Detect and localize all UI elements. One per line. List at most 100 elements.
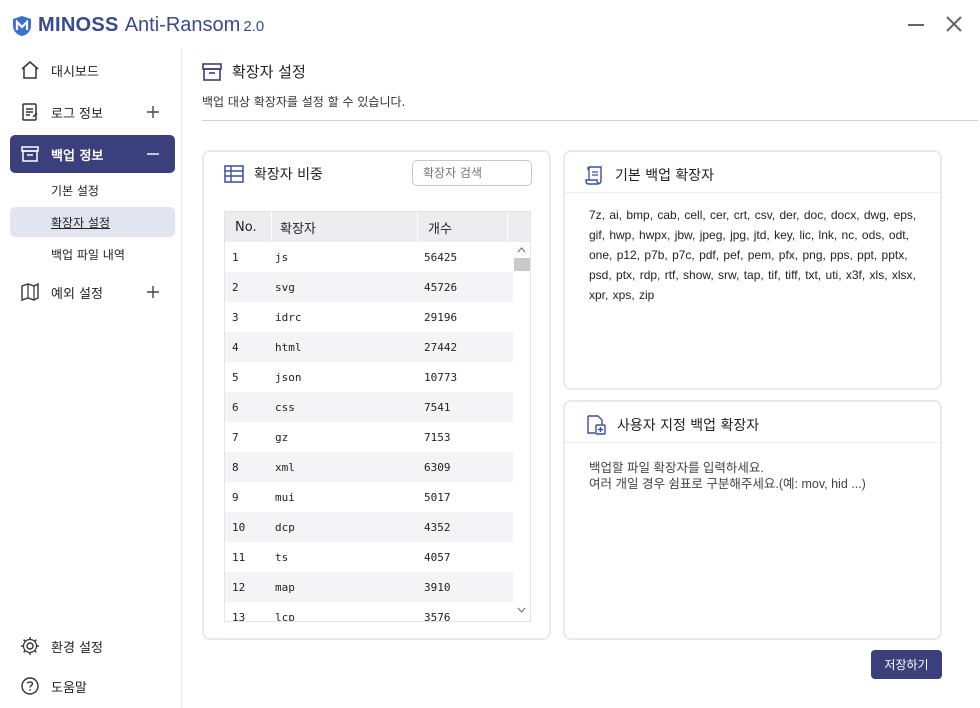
- table-row[interactable]: 7 gz 7153: [225, 422, 513, 452]
- sidebar-subitem-extension[interactable]: 확장자 설정: [10, 207, 175, 237]
- panel-title-text: 확장자 비중: [254, 167, 323, 183]
- scroll-up-icon[interactable]: [516, 244, 527, 256]
- app-window: MINOSS Anti-Ransom 2.0 대시보드 로그 정보 백업 정보 …: [0, 0, 980, 708]
- row-number: 6: [232, 400, 239, 414]
- header-divider: [202, 120, 978, 121]
- row-count: 6309: [424, 460, 451, 474]
- custom-extensions-panel: 사용자 지정 백업 확장자: [563, 400, 942, 640]
- row-count: 29196: [424, 310, 458, 324]
- sidebar-item-settings[interactable]: 환경 설정: [10, 627, 175, 665]
- panel-title: 확장자 비중: [224, 164, 323, 184]
- default-extensions-panel: 기본 백업 확장자 7z, ai, bmp, cab, cell, cer, c…: [563, 150, 942, 390]
- sidebar-item-backup[interactable]: 백업 정보: [10, 135, 175, 173]
- row-number: 11: [232, 550, 246, 564]
- archive-icon: [202, 62, 222, 81]
- shield-logo-icon: [13, 15, 31, 36]
- row-extension: map: [275, 580, 295, 594]
- column-header-spacer: [508, 212, 530, 242]
- table-icon: [224, 165, 244, 183]
- expand-plus-icon[interactable]: [143, 282, 163, 302]
- row-number: 4: [232, 340, 239, 354]
- sidebar-item-help[interactable]: 도움말: [10, 667, 175, 705]
- table-row[interactable]: 9 mui 5017: [225, 482, 513, 512]
- column-header-no[interactable]: No.: [225, 212, 272, 242]
- row-extension: css: [275, 400, 295, 414]
- table-row[interactable]: 10 dcp 4352: [225, 512, 513, 542]
- product-version: 2.0: [243, 18, 265, 35]
- row-count: 4057: [424, 550, 451, 564]
- table-row[interactable]: 4 html 27442: [225, 332, 513, 362]
- scroll-down-icon[interactable]: [516, 604, 527, 616]
- table-row[interactable]: 3 idrc 29196: [225, 302, 513, 332]
- custom-extensions-input[interactable]: [589, 460, 919, 620]
- row-extension: html: [275, 340, 302, 354]
- sidebar-item-label: 백업 정보: [51, 148, 104, 164]
- column-header-count[interactable]: 개수: [418, 212, 508, 242]
- table-row[interactable]: 13 lcp 3576: [225, 602, 513, 622]
- table-row[interactable]: 1 js 56425: [225, 242, 513, 272]
- collapse-minus-icon[interactable]: [143, 144, 163, 164]
- table-row[interactable]: 12 map 3910: [225, 572, 513, 602]
- row-number: 13: [232, 610, 246, 622]
- row-number: 12: [232, 580, 246, 594]
- page-header: 확장자 설정: [202, 61, 306, 82]
- table-row[interactable]: 11 ts 4057: [225, 542, 513, 572]
- row-count: 7541: [424, 400, 451, 414]
- table-row[interactable]: 6 css 7541: [225, 392, 513, 422]
- exception-icon: [19, 281, 41, 303]
- extension-search-input[interactable]: [412, 160, 532, 186]
- scroll-document-icon: [585, 166, 602, 185]
- table-header: No. 확장자 개수: [225, 212, 530, 242]
- page-description: 백업 대상 확장자를 설정 할 수 있습니다.: [202, 95, 406, 109]
- add-document-icon: [587, 415, 606, 435]
- extension-ratio-panel: 확장자 비중 No. 확장자 개수 1 js 56425 2 svg 45726 3 idrc…: [202, 150, 551, 640]
- panel-title: 기본 백업 확장자: [585, 164, 714, 186]
- panel-divider: [565, 192, 940, 193]
- sidebar-item-label: 대시보드: [51, 64, 99, 80]
- archive-icon: [19, 143, 41, 165]
- row-number: 10: [232, 520, 246, 534]
- row-count: 10773: [424, 370, 458, 384]
- row-number: 2: [232, 280, 239, 294]
- sidebar-subitem-basic[interactable]: 기본 설정: [10, 175, 175, 205]
- row-extension: gz: [275, 430, 289, 444]
- column-header-extension[interactable]: 확장자: [272, 212, 418, 242]
- panel-title-text: 기본 백업 확장자: [615, 168, 715, 184]
- minimize-icon: [908, 24, 924, 26]
- expand-plus-icon[interactable]: [143, 102, 163, 122]
- title-bar: MINOSS Anti-Ransom 2.0: [0, 0, 980, 50]
- product-name: Anti-Ransom: [124, 14, 241, 36]
- app-logo: MINOSS Anti-Ransom 2.0: [12, 14, 264, 37]
- sidebar-item-log[interactable]: 로그 정보: [10, 93, 175, 131]
- close-button[interactable]: [942, 12, 966, 36]
- row-extension: lcp: [275, 610, 295, 622]
- row-extension: ts: [275, 550, 289, 564]
- panel-title-text: 사용자 지정 백업 확장자: [617, 418, 760, 434]
- table-row[interactable]: 5 json 10773: [225, 362, 513, 392]
- sidebar-item-exception[interactable]: 예외 설정: [10, 273, 175, 311]
- home-icon: [19, 59, 41, 81]
- gear-icon: [19, 635, 41, 657]
- row-number: 9: [232, 490, 239, 504]
- row-count: 3576: [424, 610, 451, 622]
- sidebar-subitem-history[interactable]: 백업 파일 내역: [10, 239, 175, 269]
- sidebar-item-label: 로그 정보: [51, 106, 103, 122]
- minimize-button[interactable]: [904, 12, 928, 36]
- save-button[interactable]: 저장하기: [871, 650, 942, 679]
- table-scrollbar[interactable]: [513, 242, 530, 621]
- sidebar-item-label: 도움말: [51, 680, 87, 696]
- row-count: 45726: [424, 280, 458, 294]
- sidebar-item-dashboard[interactable]: 대시보드: [10, 51, 175, 89]
- row-count: 7153: [424, 430, 451, 444]
- row-extension: xml: [275, 460, 295, 474]
- sidebar: 대시보드 로그 정보 백업 정보 기본 설정 확장자 설정 백업 파일 내역 예…: [0, 50, 182, 708]
- sidebar-item-label: 예외 설정: [51, 286, 103, 302]
- row-extension: json: [275, 370, 302, 384]
- table-row[interactable]: 2 svg 45726: [225, 272, 513, 302]
- row-count: 5017: [424, 490, 451, 504]
- page-title: 확장자 설정: [232, 63, 306, 81]
- extension-table: No. 확장자 개수 1 js 56425 2 svg 45726 3 idrc 29196 4 h…: [224, 211, 531, 622]
- table-row[interactable]: 8 xml 6309: [225, 452, 513, 482]
- scrollbar-thumb[interactable]: [514, 258, 530, 271]
- row-count: 27442: [424, 340, 458, 354]
